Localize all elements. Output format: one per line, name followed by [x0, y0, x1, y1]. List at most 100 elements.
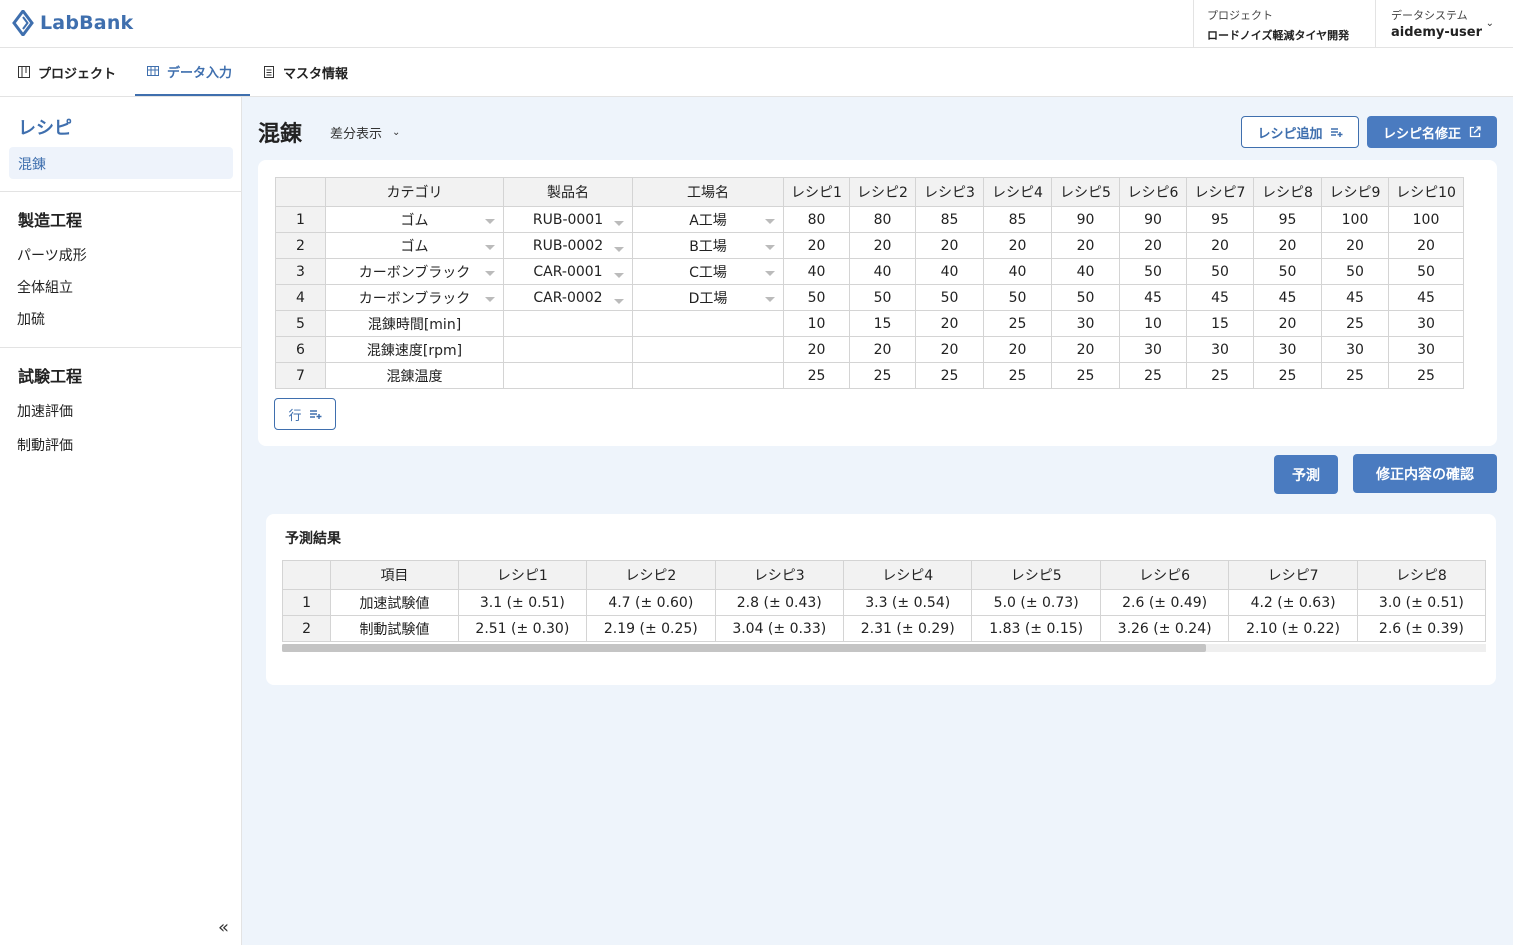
recipe-value-cell[interactable]: 95	[1253, 206, 1322, 233]
recipe-value-cell[interactable]: 25	[1119, 362, 1187, 389]
recipe-value-cell[interactable]: 10	[783, 310, 850, 337]
results-scroll-area[interactable]: 項目 レシピ1 レシピ2 レシピ3 レシピ4 レシピ5 レシピ6 レシピ7 レシピ8 1 加速試験…	[282, 560, 1486, 644]
recipe-value-cell[interactable]: 95	[1186, 206, 1254, 233]
recipe-value-cell[interactable]: 90	[1051, 206, 1120, 233]
recipe-value-cell[interactable]: 40	[1051, 258, 1120, 285]
recipe-value-cell[interactable]: 40	[915, 258, 984, 285]
recipe-value-cell[interactable]: 50	[1321, 258, 1389, 285]
recipe-value-cell[interactable]: 20	[1388, 232, 1464, 259]
recipe-value-cell[interactable]: 20	[1051, 232, 1120, 259]
product-dropdown[interactable]: CAR-0001	[505, 264, 632, 280]
category-dropdown[interactable]: カーボンブラック	[327, 288, 503, 308]
recipe-value-cell[interactable]: 25	[849, 362, 916, 389]
horizontal-scrollbar[interactable]	[282, 644, 1486, 652]
factory-dropdown[interactable]: D工場	[634, 288, 783, 308]
recipe-value-cell[interactable]: 20	[783, 336, 850, 363]
recipe-value-cell[interactable]: 20	[783, 232, 850, 259]
sidebar-item-acceleration-eval[interactable]: 加速評価	[17, 401, 73, 421]
recipe-value-cell[interactable]: 25	[1321, 310, 1389, 337]
recipe-value-cell[interactable]: 85	[915, 206, 984, 233]
sidebar-item-vulcanization[interactable]: 加硫	[17, 309, 45, 329]
recipe-value-cell[interactable]: 20	[1119, 232, 1187, 259]
product-cell[interactable]	[503, 310, 633, 337]
factory-dropdown[interactable]: C工場	[634, 262, 783, 282]
recipe-value-cell[interactable]: 10	[1119, 310, 1187, 337]
recipe-value-cell[interactable]: 30	[1321, 336, 1389, 363]
user-menu[interactable]: データシステム aidemy-user ⌄	[1375, 0, 1513, 48]
recipe-value-cell[interactable]: 40	[983, 258, 1052, 285]
sidebar-item-kneading[interactable]: 混錬	[9, 147, 233, 179]
recipe-value-cell[interactable]: 20	[915, 336, 984, 363]
rename-recipe-button[interactable]: レシピ名修正	[1367, 116, 1497, 148]
scrollbar-thumb[interactable]	[282, 644, 1206, 652]
add-recipe-button[interactable]: レシピ追加	[1241, 116, 1359, 148]
recipe-value-cell[interactable]: 100	[1321, 206, 1389, 233]
category-cell[interactable]: ゴム	[325, 206, 504, 233]
product-dropdown[interactable]: CAR-0002	[505, 290, 632, 306]
sidebar-item-assembly[interactable]: 全体組立	[17, 277, 73, 297]
category-cell[interactable]: カーボンブラック	[325, 258, 504, 285]
add-row-button[interactable]: 行	[274, 398, 336, 430]
factory-cell[interactable]: C工場	[632, 258, 784, 285]
product-cell[interactable]: CAR-0001	[503, 258, 633, 285]
recipe-value-cell[interactable]: 20	[1051, 336, 1120, 363]
category-dropdown[interactable]: カーボンブラック	[327, 262, 503, 282]
product-dropdown[interactable]: RUB-0002	[505, 238, 632, 254]
product-cell[interactable]: RUB-0002	[503, 232, 633, 259]
recipe-value-cell[interactable]: 45	[1321, 284, 1389, 311]
factory-cell[interactable]: A工場	[632, 206, 784, 233]
recipe-value-cell[interactable]: 25	[983, 362, 1052, 389]
product-cell[interactable]: CAR-0002	[503, 284, 633, 311]
product-dropdown[interactable]: RUB-0001	[505, 212, 632, 228]
category-cell[interactable]: カーボンブラック	[325, 284, 504, 311]
product-cell[interactable]	[503, 336, 633, 363]
recipe-value-cell[interactable]: 30	[1119, 336, 1187, 363]
recipe-value-cell[interactable]: 20	[915, 232, 984, 259]
recipe-value-cell[interactable]: 100	[1388, 206, 1464, 233]
category-cell[interactable]: 混錬時間[min]	[325, 310, 504, 337]
recipe-value-cell[interactable]: 50	[1388, 258, 1464, 285]
recipe-value-cell[interactable]: 25	[1321, 362, 1389, 389]
diff-display-select[interactable]: 差分表示 ⌄	[330, 123, 400, 142]
recipe-value-cell[interactable]: 30	[1388, 310, 1464, 337]
factory-dropdown[interactable]: A工場	[634, 210, 783, 230]
recipe-value-cell[interactable]: 20	[849, 232, 916, 259]
factory-dropdown[interactable]: B工場	[634, 236, 783, 256]
recipe-value-cell[interactable]: 25	[915, 362, 984, 389]
category-cell[interactable]: 混錬温度	[325, 362, 504, 389]
recipe-value-cell[interactable]: 20	[1253, 232, 1322, 259]
recipe-value-cell[interactable]: 15	[849, 310, 916, 337]
recipe-value-cell[interactable]: 20	[983, 336, 1052, 363]
recipe-value-cell[interactable]: 50	[1119, 258, 1187, 285]
recipe-value-cell[interactable]: 20	[1253, 310, 1322, 337]
factory-cell[interactable]: D工場	[632, 284, 784, 311]
recipe-value-cell[interactable]: 30	[1388, 336, 1464, 363]
sidebar-item-parts-molding[interactable]: パーツ成形	[17, 245, 87, 265]
recipe-value-cell[interactable]: 30	[1186, 336, 1254, 363]
product-cell[interactable]: RUB-0001	[503, 206, 633, 233]
recipe-value-cell[interactable]: 25	[1186, 362, 1254, 389]
recipe-value-cell[interactable]: 15	[1186, 310, 1254, 337]
recipe-value-cell[interactable]: 30	[1051, 310, 1120, 337]
recipe-value-cell[interactable]: 45	[1186, 284, 1254, 311]
tab-master[interactable]: マスタ情報	[251, 48, 360, 96]
recipe-value-cell[interactable]: 25	[783, 362, 850, 389]
recipe-value-cell[interactable]: 85	[983, 206, 1052, 233]
factory-cell[interactable]	[632, 336, 784, 363]
recipe-value-cell[interactable]: 40	[783, 258, 850, 285]
recipe-value-cell[interactable]: 50	[1051, 284, 1120, 311]
tab-project[interactable]: プロジェクト	[6, 48, 128, 96]
predict-button[interactable]: 予測	[1274, 455, 1338, 494]
recipe-value-cell[interactable]: 25	[1051, 362, 1120, 389]
recipe-value-cell[interactable]: 50	[915, 284, 984, 311]
recipe-value-cell[interactable]: 40	[849, 258, 916, 285]
category-dropdown[interactable]: ゴム	[327, 210, 503, 230]
recipe-value-cell[interactable]: 25	[1253, 362, 1322, 389]
recipe-value-cell[interactable]: 20	[1186, 232, 1254, 259]
recipe-value-cell[interactable]: 50	[783, 284, 850, 311]
project-selector[interactable]: プロジェクト ロードノイズ軽減タイヤ開発	[1193, 0, 1375, 48]
recipe-value-cell[interactable]: 45	[1388, 284, 1464, 311]
collapse-sidebar-icon[interactable]: «	[218, 917, 229, 938]
confirm-changes-button[interactable]: 修正内容の確認	[1353, 454, 1497, 493]
category-dropdown[interactable]: ゴム	[327, 236, 503, 256]
